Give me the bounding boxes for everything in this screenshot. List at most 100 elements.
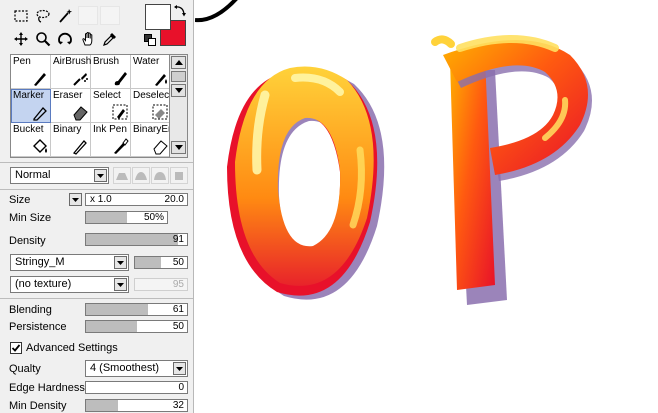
swap-colors-icon[interactable] [173,4,187,18]
brush-label: Select [93,90,121,101]
brush-shape-round-icon[interactable] [151,167,169,184]
density-slider[interactable]: 91 [85,233,188,246]
triangle-up-icon [174,60,183,65]
brush-shape-square-icon[interactable] [170,167,188,184]
binary-eraser-icon [153,140,168,155]
blending-slider[interactable]: 61 [85,303,188,316]
stroke-texture-select[interactable]: Stringy_M [10,254,129,271]
chevron-down-icon [114,278,127,291]
edge-hardness-label: Edge Hardness [9,382,85,394]
water-icon [155,74,167,86]
min-density-label: Min Density [9,400,67,412]
persistence-slider[interactable]: 50 [85,320,188,333]
advanced-settings-checkbox[interactable] [10,342,22,354]
brush-grid-scrollbar[interactable] [170,54,188,158]
blending-value: 61 [172,304,184,315]
paper-texture-select[interactable]: (no texture) [10,276,129,293]
edge-hardness-value: 0 [178,382,184,393]
size-dropdown-icon[interactable] [69,193,82,206]
brush-cell-eraser[interactable]: Eraser [51,89,91,123]
brush-shape-flat-icon[interactable] [113,167,131,184]
drawing-canvas[interactable] [195,0,658,413]
scroll-down-button-upper[interactable] [171,84,186,97]
brush-cell-binary[interactable]: Binary [51,123,91,157]
airbrush-icon [73,73,88,86]
default-colors-icon[interactable] [144,34,156,46]
persistence-label: Persistence [9,321,67,333]
bucket-icon [33,139,47,153]
brush-cell-water[interactable]: Water [131,55,169,89]
tool-panel: Pen AirBrush Brush Water Marker Eraser Select D… [0,0,194,413]
brush-cell-select[interactable]: Select [91,89,131,123]
scroll-down-button[interactable] [171,141,186,154]
checkmark-icon [11,344,21,352]
primary-color-swatch[interactable] [145,4,171,30]
quality-value: 4 (Smoothest) [90,362,160,374]
persistence-value: 50 [172,321,184,332]
brush-cell-marker[interactable]: Marker [11,89,51,123]
chevron-down-icon [173,362,186,375]
triangle-down-icon [174,145,183,150]
brush-cell-airbrush[interactable]: AirBrush [51,55,91,89]
advanced-settings-label: Advanced Settings [26,342,118,354]
blend-mode-select[interactable]: Normal [10,167,109,184]
min-density-value: 32 [172,400,184,411]
magic-wand-icon[interactable] [55,6,75,25]
pen-icon [34,73,46,86]
chevron-down-icon [94,169,107,182]
blending-label: Blending [9,304,52,316]
chevron-down-icon [114,256,127,269]
divider [0,189,193,190]
size-label: Size [9,194,31,206]
binary-pen-icon [72,140,87,155]
brush-shape-soft-icon[interactable] [132,167,150,184]
dashed-rectangle-icon[interactable] [11,6,31,25]
eyedropper-icon[interactable] [100,29,120,48]
brush-icon [114,72,127,86]
paper-texture-slider: 95 [134,278,188,291]
brush-cell-binaryer[interactable]: BinaryEr [131,123,170,157]
lasso-icon[interactable] [33,6,53,25]
min-size-slider[interactable]: 50% [85,211,168,224]
brush-grid: Pen AirBrush Brush Water Marker Eraser Select D… [10,54,170,158]
brush-label: Eraser [53,90,83,101]
brush-cell-brush[interactable]: Brush [91,55,131,89]
brush-label: Brush [93,56,120,67]
divider [0,298,193,299]
brush-label: Water [133,56,160,67]
hand-icon[interactable] [78,29,98,48]
brush-cell-ink-pen[interactable]: Ink Pen [91,123,131,157]
move-arrows-icon[interactable] [11,29,31,48]
brush-label: Marker [13,90,45,101]
letter-p-stroke [431,35,592,305]
min-density-slider[interactable]: 32 [85,399,188,412]
brush-shape-buttons [113,167,190,184]
empty-tool-slot [78,6,98,25]
stroke-texture-value: Stringy_M [15,256,65,268]
brush-label: Binary [53,124,82,135]
magnifier-icon[interactable] [33,29,53,48]
stroke-texture-slider[interactable]: 50 [134,256,188,269]
brush-cell-deselect[interactable]: Deselect [131,89,170,123]
density-value: 91 [172,234,184,245]
divider [0,162,193,163]
triangle-down-icon [174,88,183,93]
brush-label: BinaryEr [133,124,170,135]
scroll-up-button[interactable] [171,56,186,69]
edge-hardness-slider[interactable]: 0 [85,381,188,394]
brush-label: Deselect [133,90,170,101]
min-size-fill [86,212,127,223]
eraser-icon [73,106,88,121]
marker-icon [33,107,47,121]
brush-cell-pen[interactable]: Pen [11,55,51,89]
brush-cell-bucket[interactable]: Bucket [11,123,51,157]
size-slider[interactable]: x 1.0 20.0 [85,193,188,206]
rotate-icon[interactable] [55,29,75,48]
ink-pen-icon [114,138,129,154]
quality-select[interactable]: 4 (Smoothest) [85,360,188,377]
letter-o-stroke [227,66,385,300]
blend-mode-value: Normal [15,169,51,181]
blending-fill [86,304,148,315]
scroll-thumb[interactable] [171,71,186,82]
min-density-fill [86,400,119,411]
